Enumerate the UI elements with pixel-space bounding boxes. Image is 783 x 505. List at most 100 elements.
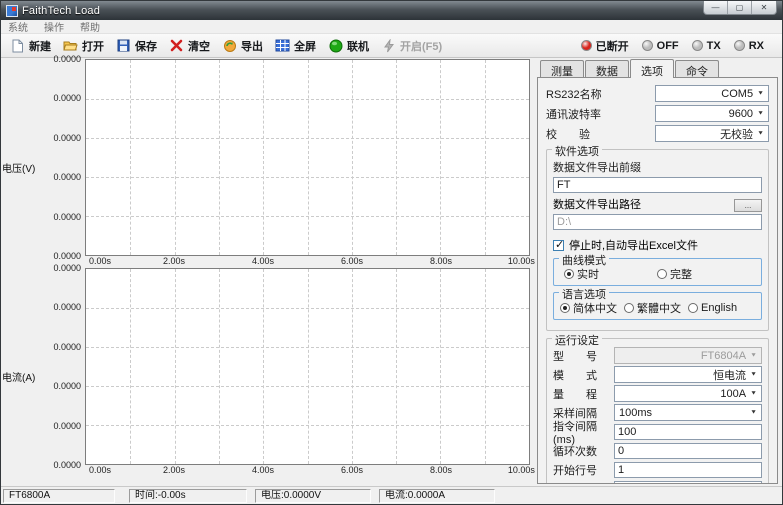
baud-label: 通讯波特率 [546, 106, 655, 122]
range-value: 100A [720, 388, 746, 400]
language-option[interactable]: 简体中文 [560, 300, 617, 316]
toolbar-fullscreen-button[interactable]: 全屏 [270, 36, 323, 56]
y-tick-label: 0.0000 [53, 212, 81, 222]
baud-value: 9600 [729, 108, 753, 120]
indicator-connection-label: 已断开 [596, 38, 629, 54]
auto-export-checkbox[interactable] [553, 240, 564, 251]
online-icon [328, 39, 343, 53]
grid-line-vertical [175, 60, 176, 255]
parity-label: 校 验 [546, 126, 655, 142]
toolbar-new-button[interactable]: 新建 [5, 36, 58, 56]
model-label: 型 号 [553, 348, 614, 364]
x-tick-label: 10.00s [508, 465, 535, 475]
y-tick-label: 0.0000 [53, 342, 81, 352]
toolbar-open-button[interactable]: 打开 [58, 36, 111, 56]
y-tick-label: 0.0000 [53, 381, 81, 391]
software-options-title: 软件选项 [552, 143, 602, 159]
voltage-chart-x-axis: 0.00s2.00s4.00s6.00s8.00s10.00s [85, 256, 530, 268]
sample-interval-select[interactable]: 100ms▼ [614, 404, 762, 421]
x-tick-label: 4.00s [252, 465, 274, 475]
x-tick-label: 2.00s [163, 465, 185, 475]
toolbar-export-button[interactable]: 导出 [217, 36, 270, 56]
language-option[interactable]: 繁體中文 [624, 300, 681, 316]
tab-command[interactable]: 命令 [675, 60, 719, 77]
export-path-browse-button[interactable]: ... [734, 199, 762, 212]
maximize-button[interactable]: ▢ [728, 1, 752, 14]
toolbar-clear-label: 清空 [188, 38, 210, 54]
grid-line-vertical [130, 60, 131, 255]
run-settings-group: 运行设定 型 号FT6804A▼模 式恒电流▼量 程100A▼采样间隔100ms… [546, 338, 769, 484]
tab-measure[interactable]: 测量 [540, 60, 584, 77]
menu-item-system[interactable]: 系统 [8, 19, 28, 34]
loop-count-input[interactable]: 0 [614, 443, 762, 459]
minimize-button[interactable]: — [704, 1, 728, 14]
chevron-down-icon: ▼ [750, 391, 757, 397]
toolbar: 新建打开保存清空导出全屏联机开启(F5) 已断开OFFTXRX [1, 33, 782, 58]
run-setting-row-model: 型 号FT6804A▼ [553, 347, 762, 364]
export-icon [222, 39, 237, 53]
curve-mode-option-label: 实时 [577, 266, 599, 282]
grid-line-horizontal [86, 177, 529, 178]
menu-item-help[interactable]: 帮助 [80, 19, 100, 34]
end-line-input[interactable]: 0 [614, 481, 762, 485]
current-chart-plot-area [85, 268, 530, 465]
auto-export-label: 停止时,自动导出Excel文件 [569, 237, 698, 253]
grid-line-horizontal [86, 216, 529, 217]
run-setting-row-mode: 模 式恒电流▼ [553, 366, 762, 383]
export-path-label: 数据文件导出路径 [553, 196, 641, 212]
current-chart-plot-row: 0.00000.00000.00000.00000.00000.0000电流(A… [1, 268, 533, 465]
voltage-chart-y-axis: 0.00000.00000.00000.00000.00000.0000电压(V… [1, 59, 85, 256]
rs232-value: COM5 [721, 88, 753, 100]
indicator-off-label: OFF [657, 40, 679, 52]
menu-item-operation[interactable]: 操作 [44, 19, 64, 34]
status-bar: FT6800A 时间:-0.00s 电压:0.0000V 电流:0.0000A [1, 486, 782, 504]
x-tick-label: 6.00s [341, 465, 363, 475]
close-button[interactable]: ✕ [752, 1, 776, 14]
toolbar-save-button[interactable]: 保存 [111, 36, 164, 56]
toolbar-online-button[interactable]: 联机 [323, 36, 376, 56]
cmd-interval-input[interactable]: 100 [614, 424, 762, 440]
start-line-input[interactable]: 1 [614, 462, 762, 478]
run-settings-title: 运行设定 [552, 332, 602, 348]
y-tick-label: 0.0000 [53, 263, 81, 273]
toolbar-clear-button[interactable]: 清空 [164, 36, 217, 56]
language-option-label: English [701, 302, 737, 314]
run-setting-row-start-line: 开始行号1 [553, 461, 762, 478]
menu-bar: 系统 操作 帮助 [1, 20, 782, 33]
curve-mode-title: 曲线模式 [559, 252, 609, 268]
grid-line-vertical [440, 269, 441, 464]
run-setting-row-end-line: 结束行号0 [553, 480, 762, 484]
panel-body: RS232名称 COM5 ▼ 通讯波特率 9600 ▼ 校 验 [537, 77, 778, 484]
rx-led-icon [734, 40, 745, 51]
parity-select[interactable]: 无校验 ▼ [655, 125, 769, 142]
range-label: 量 程 [553, 386, 614, 402]
indicator-tx: TX [692, 40, 721, 52]
save-icon [116, 39, 131, 53]
run-settings-rows: 型 号FT6804A▼模 式恒电流▼量 程100A▼采样间隔100ms▼指令间隔… [553, 347, 762, 484]
y-tick-label: 0.0000 [53, 172, 81, 182]
chevron-down-icon: ▼ [750, 353, 757, 359]
clear-icon [169, 39, 184, 53]
range-select[interactable]: 100A ▼ [614, 385, 762, 402]
tab-data[interactable]: 数据 [585, 60, 629, 77]
y-tick-label: 0.0000 [53, 421, 81, 431]
toolbar-start-button: 开启(F5) [376, 36, 449, 56]
toolbar-export-label: 导出 [241, 38, 263, 54]
language-options: 简体中文繁體中文 English [560, 300, 755, 316]
export-prefix-input[interactable]: FT [553, 177, 762, 193]
language-option[interactable]: English [688, 302, 737, 314]
export-path-input[interactable]: D:\ [553, 214, 762, 230]
curve-mode-option[interactable]: 完整 [657, 266, 692, 282]
indicator-tx-label: TX [707, 40, 721, 52]
curve-mode-option[interactable]: 实时 [564, 266, 599, 282]
grid-line-vertical [352, 60, 353, 255]
chevron-down-icon: ▼ [757, 131, 764, 137]
curve-mode-option-label: 完整 [670, 266, 692, 282]
cmd-interval-label: 指令间隔(ms) [553, 418, 614, 446]
grid-line-horizontal [86, 308, 529, 309]
rs232-select[interactable]: COM5 ▼ [655, 85, 769, 102]
mode-select[interactable]: 恒电流▼ [614, 366, 762, 383]
current-chart: 0.00000.00000.00000.00000.00000.0000电流(A… [1, 268, 533, 477]
tab-options[interactable]: 选项 [630, 59, 674, 78]
baud-select[interactable]: 9600 ▼ [655, 105, 769, 122]
